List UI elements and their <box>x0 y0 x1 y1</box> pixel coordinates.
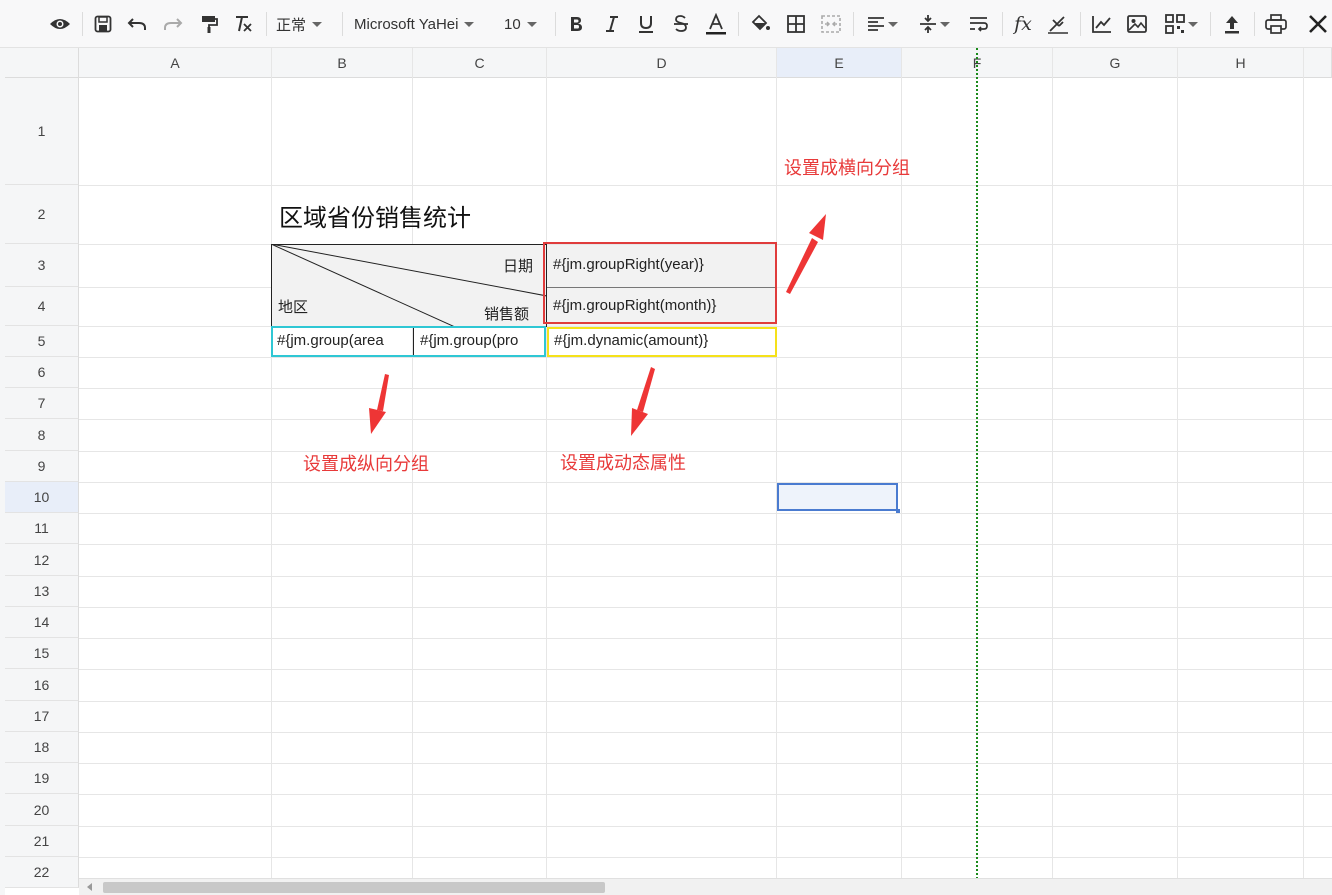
arrow-vertical-group <box>369 374 389 434</box>
horizontal-scrollbar[interactable] <box>79 878 1332 895</box>
annotation-arrows <box>369 214 826 436</box>
scroll-left-arrow-icon[interactable] <box>87 883 92 891</box>
arrow-horizontal-group <box>786 214 826 294</box>
scrollbar-thumb[interactable] <box>103 882 605 893</box>
arrow-dynamic-attr <box>631 367 655 436</box>
